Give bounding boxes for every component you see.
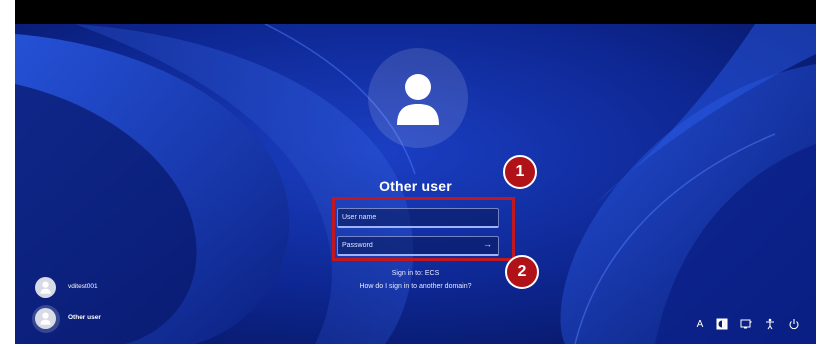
user-avatar-icon: [397, 74, 439, 125]
language-icon[interactable]: A: [693, 318, 707, 332]
top-black-bar: [15, 0, 816, 24]
selected-user-heading: Other user: [379, 178, 452, 194]
user-avatar-small: [35, 308, 56, 329]
user-avatar-large: [368, 48, 468, 148]
accessibility-icon[interactable]: [763, 318, 777, 332]
display-icon[interactable]: [739, 318, 753, 332]
annotation-highlight-box: [332, 197, 515, 261]
other-domain-link[interactable]: How do I sign in to another domain?: [15, 283, 816, 290]
power-icon[interactable]: [787, 318, 801, 332]
lock-screen: Other user → 1 2 Sign in to: ECS How do …: [15, 0, 816, 344]
user-tile-name: Other user: [68, 314, 101, 321]
sign-in-to-domain-text: Sign in to: ECS: [391, 270, 440, 277]
user-avatar-small: [35, 277, 56, 298]
annotation-callout-1: 1: [503, 155, 537, 189]
user-tile-other-user[interactable]: Other user: [32, 305, 125, 333]
user-tile-name: vditest001: [68, 283, 98, 290]
user-avatar-icon: [40, 312, 51, 325]
user-avatar-icon: [40, 281, 51, 294]
accessibility-contrast-icon[interactable]: [715, 318, 729, 332]
